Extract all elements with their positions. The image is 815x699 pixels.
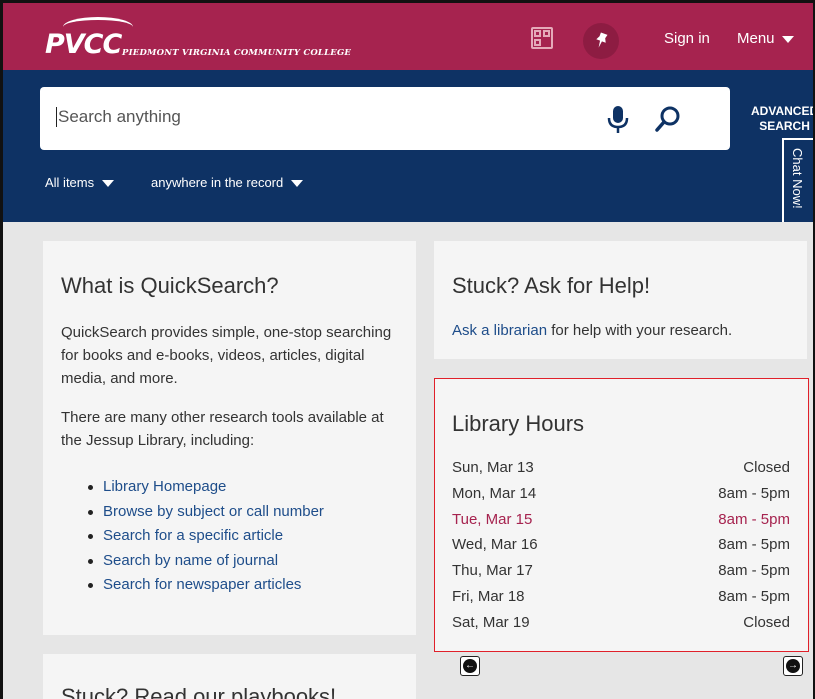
- what-title: What is QuickSearch?: [61, 273, 279, 298]
- playbooks-title: Stuck? Read our playbooks!: [61, 684, 337, 699]
- field-dropdown[interactable]: anywhere in the record: [151, 175, 304, 190]
- logo-main-text: PVCC: [45, 29, 122, 60]
- hours-list: Sun, Mar 13 Closed Mon, Mar 14 8am - 5pm T…: [452, 459, 790, 640]
- next-week-button[interactable]: →: [783, 656, 803, 676]
- search-box: [40, 87, 730, 150]
- browse-subject-link[interactable]: Browse by subject or call number: [88, 500, 324, 525]
- library-homepage-link[interactable]: Library Homepage: [88, 475, 324, 500]
- search-article-link[interactable]: Search for a specific article: [88, 524, 324, 549]
- field-label: anywhere in the record: [151, 175, 284, 190]
- hours-day: Thu, Mar 17: [452, 562, 533, 580]
- hours-row: Thu, Mar 17 8am - 5pm: [452, 562, 790, 588]
- logo-sub-text: PIEDMONT VIRGINIA COMMUNITY COLLEGE: [122, 48, 352, 58]
- qr-code-icon[interactable]: [531, 27, 553, 49]
- pin-icon-glyph: [596, 32, 608, 48]
- search-newspaper-link[interactable]: Search for newspaper articles: [88, 573, 324, 598]
- library-hours-card: Library Hours Sun, Mar 13 Closed Mon, Mar…: [434, 378, 809, 652]
- hours-time: Closed: [743, 613, 790, 631]
- hours-day: Sat, Mar 19: [452, 613, 530, 631]
- hours-day: Mon, Mar 14: [452, 484, 537, 502]
- help-text-rest: for help with your research.: [547, 322, 733, 339]
- microphone-icon[interactable]: [606, 105, 630, 135]
- help-title: Stuck? Ask for Help!: [452, 273, 651, 298]
- chevron-left-icon: ←: [463, 659, 477, 673]
- hours-time: 8am - 5pm: [718, 587, 790, 605]
- hours-day: Tue, Mar 15: [452, 510, 533, 528]
- hours-time: 8am - 5pm: [718, 536, 790, 554]
- page-frame: PVCC PIEDMONT VIRGINIA COMMUNITY COLLEGE…: [0, 0, 815, 699]
- caret-down-icon: [102, 180, 115, 188]
- hours-row: Mon, Mar 14 8am - 5pm: [452, 485, 790, 511]
- advanced-line-2: SEARCH: [759, 119, 810, 133]
- hours-day: Fri, Mar 18: [452, 587, 525, 605]
- caret-down-icon: [291, 180, 304, 188]
- ask-librarian-link[interactable]: Ask a librarian: [452, 322, 547, 339]
- what-is-quicksearch-card: What is QuickSearch? QuickSearch provide…: [43, 241, 416, 635]
- sign-in-link[interactable]: Sign in: [664, 30, 710, 47]
- search-input[interactable]: [56, 107, 576, 127]
- search-journal-link[interactable]: Search by name of journal: [88, 549, 324, 574]
- advanced-line-1: ADVANCED: [751, 104, 815, 118]
- scope-dropdown[interactable]: All items: [45, 175, 115, 190]
- what-paragraph-2: There are many other research tools avai…: [61, 409, 384, 449]
- pin-icon[interactable]: [583, 23, 619, 59]
- hours-time: 8am - 5pm: [718, 562, 790, 580]
- hours-title: Library Hours: [452, 411, 585, 436]
- hours-time: 8am - 5pm: [718, 510, 790, 528]
- previous-week-button[interactable]: ←: [460, 656, 480, 676]
- hours-day: Wed, Mar 16: [452, 536, 538, 554]
- menu-label: Menu: [737, 30, 775, 47]
- chat-now-tab[interactable]: Chat Now!: [782, 138, 813, 226]
- hours-row: Sat, Mar 19 Closed: [452, 614, 790, 640]
- help-text: Ask a librarian for help with your resea…: [452, 319, 732, 342]
- hours-time: Closed: [743, 459, 790, 476]
- playbooks-card: Stuck? Read our playbooks!: [43, 654, 416, 699]
- research-tools-list: Library Homepage Browse by subject or ca…: [88, 475, 324, 598]
- hours-row: Wed, Mar 16 8am - 5pm: [452, 536, 790, 562]
- search-icon[interactable]: [654, 105, 682, 133]
- main-content: What is QuickSearch? QuickSearch provide…: [3, 222, 813, 699]
- what-paragraph-1: QuickSearch provides simple, one-stop se…: [61, 324, 392, 387]
- ask-for-help-card: Stuck? Ask for Help! Ask a librarian for…: [434, 241, 807, 359]
- hours-row: Fri, Mar 18 8am - 5pm: [452, 588, 790, 614]
- caret-down-icon: [781, 35, 794, 43]
- menu-button[interactable]: Menu: [737, 30, 794, 47]
- chat-now-label: Chat Now!: [790, 148, 805, 209]
- search-band: ADVANCED SEARCH All items anywhere in th…: [3, 70, 815, 222]
- hours-row-today: Tue, Mar 15 8am - 5pm: [452, 511, 790, 537]
- chevron-right-icon: →: [786, 659, 800, 673]
- hours-day: Sun, Mar 13: [452, 459, 534, 476]
- hours-time: 8am - 5pm: [718, 484, 790, 502]
- advanced-search-link[interactable]: ADVANCED SEARCH: [751, 104, 815, 134]
- hours-row: Sun, Mar 13 Closed: [452, 459, 790, 485]
- scope-label: All items: [45, 175, 95, 190]
- header-bar: PVCC PIEDMONT VIRGINIA COMMUNITY COLLEGE…: [3, 3, 813, 70]
